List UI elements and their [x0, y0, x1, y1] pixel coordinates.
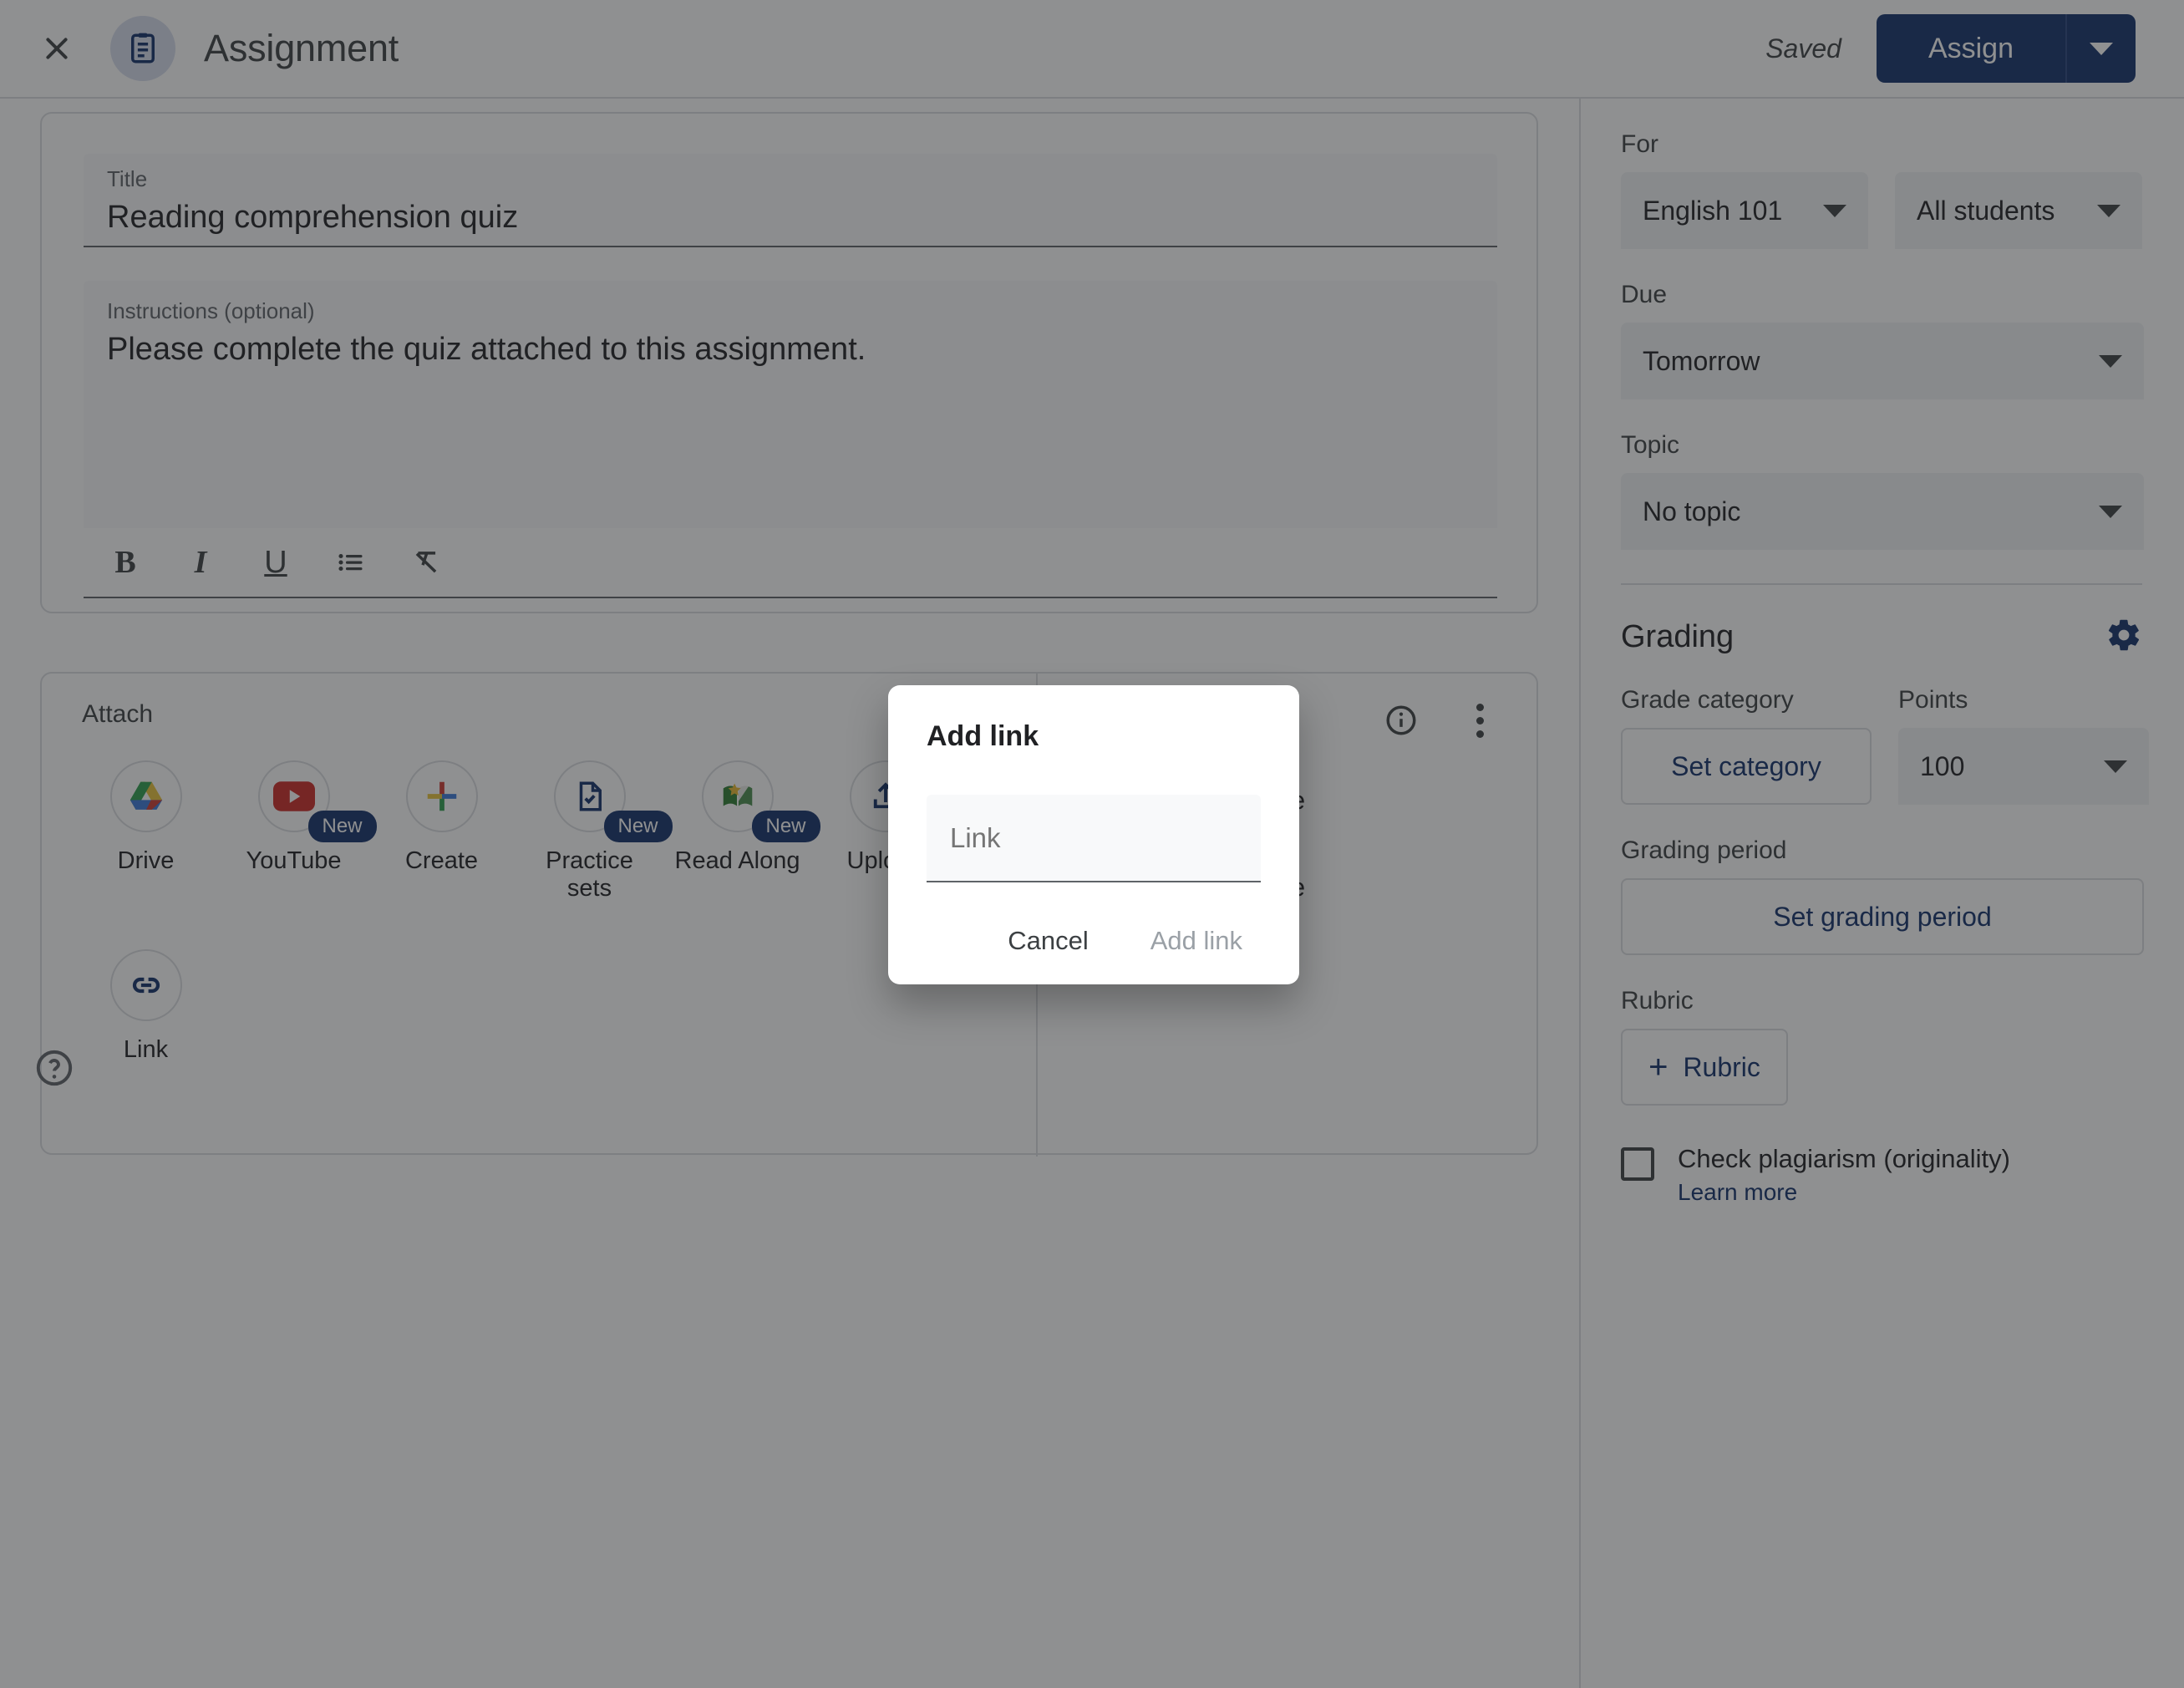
link-input[interactable]: [950, 821, 1261, 854]
link-input-wrapper[interactable]: [927, 795, 1261, 882]
assignment-editor-screen: Assignment Saved Assign Title Reading co…: [0, 0, 2184, 1688]
add-link-confirm-button[interactable]: Add link: [1132, 914, 1261, 968]
dialog-actions: Cancel Add link: [927, 914, 1261, 968]
dialog-title: Add link: [927, 720, 1039, 752]
add-link-dialog: Add link Cancel Add link: [888, 685, 1299, 984]
cancel-button[interactable]: Cancel: [989, 914, 1107, 968]
